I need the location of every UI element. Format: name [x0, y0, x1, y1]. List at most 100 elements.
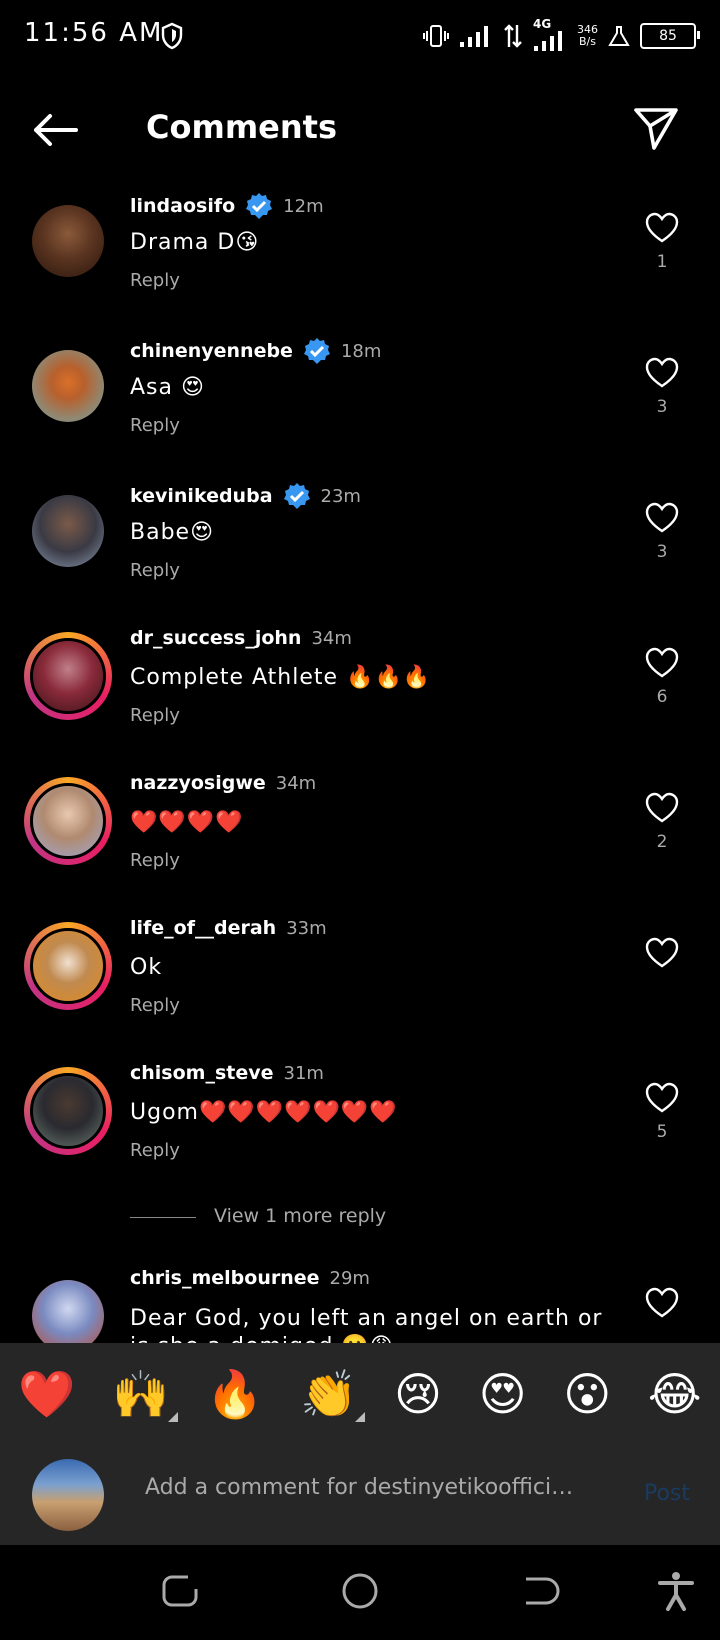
- like-control: 1: [644, 212, 680, 272]
- comment-username[interactable]: kevinikeduba: [130, 485, 273, 507]
- comments-list[interactable]: lindaosifo 12m Drama D😘 Reply 1 chinenye…: [0, 180, 720, 1343]
- network-speed: 346 B/s: [577, 24, 598, 48]
- comment-text: Ok: [130, 955, 163, 980]
- send-icon[interactable]: [632, 104, 680, 152]
- signal-icon: [460, 26, 488, 47]
- reply-button[interactable]: Reply: [130, 995, 180, 1016]
- view-more-replies-text: View 1 more reply: [214, 1205, 387, 1227]
- emoji-fire[interactable]: 🔥: [206, 1367, 263, 1422]
- like-control: 3: [644, 502, 680, 562]
- flask-icon: [608, 26, 630, 46]
- comment-text: Asa 😍: [130, 375, 205, 400]
- heart-icon[interactable]: [645, 792, 679, 824]
- reply-button[interactable]: Reply: [130, 850, 180, 871]
- data-transfer-icon: [504, 24, 522, 48]
- verified-badge-icon: [303, 338, 330, 364]
- heart-icon[interactable]: [645, 357, 679, 389]
- avatar-story-ring[interactable]: [24, 632, 112, 720]
- verified-badge-icon: [246, 193, 273, 219]
- comment-item: life_of__derah 33m Ok Reply: [0, 905, 720, 1050]
- avatar-story-ring[interactable]: [24, 777, 112, 865]
- like-count: 3: [656, 542, 668, 562]
- avatar: [30, 783, 106, 859]
- view-more-replies[interactable]: View 1 more reply: [0, 1195, 720, 1255]
- emoji-clapping[interactable]: 👏: [300, 1367, 366, 1422]
- like-control: 2: [644, 792, 680, 852]
- comment-text: Babe😍: [130, 520, 215, 545]
- avatar: [30, 638, 106, 714]
- heart-icon[interactable]: [645, 1082, 679, 1114]
- like-count: 1: [656, 252, 668, 272]
- recent-apps-icon[interactable]: [158, 1569, 202, 1613]
- heart-icon[interactable]: [645, 212, 679, 244]
- home-icon[interactable]: [338, 1569, 382, 1613]
- like-control: 3: [644, 357, 680, 417]
- post-button[interactable]: Post: [644, 1481, 690, 1506]
- emoji-laughing[interactable]: 😂: [648, 1367, 702, 1421]
- like-control: [644, 1287, 680, 1323]
- page-title: Comments: [146, 108, 337, 146]
- avatar-story-ring[interactable]: [24, 1067, 112, 1155]
- comment-username[interactable]: life_of__derah: [130, 917, 276, 939]
- avatar-story-ring[interactable]: [24, 922, 112, 1010]
- comment-text: Complete Athlete 🔥🔥🔥: [130, 665, 432, 690]
- avatar: [30, 928, 106, 1004]
- heart-icon[interactable]: [645, 502, 679, 534]
- my-avatar: [32, 1459, 104, 1531]
- emoji-crying[interactable]: 😢: [394, 1367, 442, 1421]
- network-speed-unit: B/s: [579, 35, 596, 48]
- emoji-raising-hands[interactable]: 🙌: [112, 1366, 178, 1422]
- battery-icon: 85: [640, 23, 700, 49]
- comment-time: 29m: [329, 1267, 370, 1289]
- accessibility-icon[interactable]: [654, 1569, 698, 1613]
- comment-time: 34m: [311, 627, 352, 649]
- reply-button[interactable]: Reply: [130, 560, 180, 581]
- comment-item: lindaosifo 12m Drama D😘 Reply 1: [0, 180, 720, 325]
- comment-text: Dear God, you left an angel on earth or …: [130, 1306, 603, 1343]
- avatar[interactable]: [32, 495, 104, 567]
- status-time: 11:56 AM: [24, 18, 164, 48]
- status-icons: 4G 346 B/s 85: [423, 17, 700, 54]
- reply-button[interactable]: Reply: [130, 705, 180, 726]
- avatar: [30, 1073, 106, 1149]
- back-arrow-icon[interactable]: [30, 108, 82, 152]
- comment-username[interactable]: nazzyosigwe: [130, 772, 266, 794]
- comment-item: chris_melbournee 29m Dear God, you left …: [0, 1255, 720, 1343]
- comment-input[interactable]: Add a comment for destinyetikoofficial..…: [145, 1475, 585, 1500]
- heart-icon[interactable]: [645, 937, 679, 969]
- emoji-heart[interactable]: ❤️: [18, 1367, 75, 1422]
- heart-icon[interactable]: [645, 647, 679, 679]
- comment-username[interactable]: chisom_steve: [130, 1062, 274, 1084]
- like-control: [644, 937, 680, 977]
- emoji-quick-bar: ❤️ 🙌 🔥 👏 😢 😍 😮 😂: [0, 1343, 720, 1445]
- comment-item: chisom_steve 31m Ugom❤️❤️❤️❤️❤️❤️❤️ Repl…: [0, 1050, 720, 1195]
- comment-username[interactable]: chris_melbournee: [130, 1267, 320, 1289]
- vibrate-icon: [423, 25, 449, 47]
- reply-button[interactable]: Reply: [130, 1140, 180, 1161]
- emoji-raising-hands-glyph: 🙌: [112, 1366, 170, 1421]
- comment-time: 18m: [340, 340, 382, 362]
- reply-button[interactable]: Reply: [130, 270, 180, 291]
- header: Comments: [0, 90, 720, 170]
- like-count: 2: [656, 832, 668, 852]
- reply-button[interactable]: Reply: [130, 415, 180, 436]
- avatar[interactable]: [32, 205, 104, 277]
- like-count: 6: [656, 687, 668, 707]
- comment-username[interactable]: lindaosifo: [130, 195, 235, 217]
- comment-username[interactable]: chinenyennebe: [130, 340, 293, 362]
- comment-username[interactable]: dr_success_john: [130, 627, 301, 649]
- verified-badge-icon: [283, 483, 310, 509]
- comment-item: chinenyennebe 18m Asa 😍 Reply 3: [0, 325, 720, 470]
- skin-tone-indicator: [355, 1411, 366, 1422]
- emoji-heart-eyes[interactable]: 😍: [479, 1367, 527, 1421]
- like-control: 6: [644, 647, 680, 707]
- comment-item: nazzyosigwe 34m ❤️❤️❤️❤️ Reply 2: [0, 760, 720, 905]
- heart-icon[interactable]: [645, 1287, 679, 1319]
- avatar[interactable]: [32, 350, 104, 422]
- avatar[interactable]: [32, 1280, 104, 1343]
- emoji-surprised[interactable]: 😮: [563, 1367, 611, 1421]
- comment-time: 34m: [275, 772, 317, 794]
- comment-text: Ugom❤️❤️❤️❤️❤️❤️❤️: [130, 1100, 398, 1125]
- divider: [130, 1217, 196, 1218]
- back-nav-icon[interactable]: [518, 1569, 562, 1613]
